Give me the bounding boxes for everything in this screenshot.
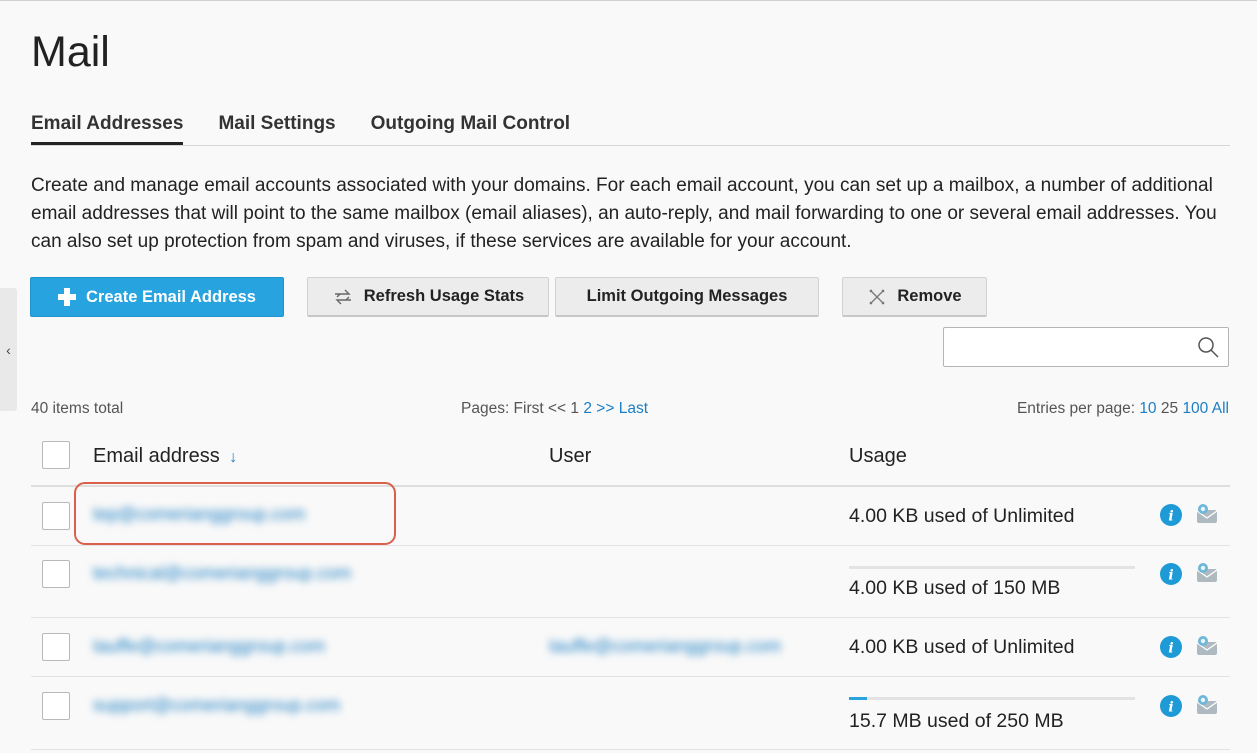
table-row: tep@comerianggroup.com 4.00 KB used of U… [31, 487, 1230, 546]
row-checkbox[interactable] [42, 633, 70, 661]
refresh-usage-stats-button[interactable]: Refresh Usage Stats [307, 277, 549, 317]
table-row: tauffe@comerianggroup.com tauffe@comeria… [31, 618, 1230, 677]
svg-text:i: i [1168, 700, 1173, 716]
top-border [0, 0, 1257, 1]
tab-outgoing-mail-control[interactable]: Outgoing Mail Control [371, 113, 570, 145]
table-header: Email address ↓ User Usage [31, 437, 1230, 487]
entries-10-link[interactable]: 10 [1139, 400, 1156, 417]
entries-per-page-label: Entries per page: [1016, 400, 1135, 417]
column-email-address[interactable]: Email address ↓ [93, 445, 237, 468]
row-checkbox[interactable] [42, 502, 70, 530]
create-email-address-button[interactable]: Create Email Address [30, 277, 284, 317]
pagination-current-page: 1 [570, 400, 580, 417]
svg-text:i: i [1168, 641, 1173, 657]
create-email-address-label: Create Email Address [86, 287, 256, 306]
email-address-link[interactable]: tauffe@comerianggroup.com [93, 636, 325, 657]
usage-text: 4.00 KB used of Unlimited [849, 505, 1075, 527]
refresh-usage-stats-label: Refresh Usage Stats [363, 287, 525, 305]
column-email-address-label: Email address [93, 445, 220, 467]
entries-all-link[interactable]: All [1212, 400, 1229, 417]
pagination-prefix: Pages: First << [461, 400, 567, 417]
info-icon[interactable]: i [1160, 636, 1182, 658]
pagination: Pages: First << 1 2 >> Last [461, 400, 648, 418]
remove-button[interactable]: Remove [842, 277, 987, 317]
info-icon[interactable]: i [1160, 504, 1182, 526]
entries-25-current: 25 [1160, 400, 1179, 417]
column-usage[interactable]: Usage [849, 445, 907, 468]
limit-outgoing-messages-button[interactable]: Limit Outgoing Messages [555, 277, 819, 317]
usage-text: 15.7 MB used of 250 MB [849, 710, 1064, 732]
page-title: Mail [31, 28, 110, 76]
info-icon[interactable]: i [1160, 563, 1182, 585]
pagination-page-2[interactable]: 2 [583, 400, 592, 417]
mailbox-icon[interactable] [1194, 502, 1220, 526]
mailbox-icon[interactable] [1194, 561, 1220, 585]
svg-text:i: i [1168, 509, 1173, 525]
entries-100-link[interactable]: 100 [1182, 400, 1208, 417]
search-box [943, 327, 1229, 367]
email-address-link[interactable]: technical@comerianggroup.com [93, 563, 351, 584]
entries-per-page: Entries per page: 10 25 100 All [1017, 400, 1229, 418]
row-checkbox[interactable] [42, 692, 70, 720]
tab-mail-settings[interactable]: Mail Settings [218, 113, 335, 145]
table-row: technical@comerianggroup.com 4.00 KB use… [31, 546, 1230, 618]
page-description: Create and manage email accounts associa… [31, 175, 1217, 252]
row-checkbox[interactable] [42, 560, 70, 588]
usage-text: 4.00 KB used of 150 MB [849, 577, 1061, 599]
usage-bar-fill [849, 697, 868, 700]
refresh-icon [332, 287, 354, 307]
column-user[interactable]: User [549, 445, 591, 468]
remove-label: Remove [897, 287, 962, 305]
info-icon[interactable]: i [1160, 695, 1182, 717]
mailbox-icon[interactable] [1194, 693, 1220, 717]
tab-bar: Email Addresses Mail Settings Outgoing M… [31, 113, 605, 145]
tab-email-addresses[interactable]: Email Addresses [31, 113, 184, 145]
sidebar-collapse-handle[interactable]: ‹ [0, 288, 17, 411]
limit-outgoing-messages-label: Limit Outgoing Messages [586, 287, 788, 305]
tabs-divider [31, 145, 1230, 146]
usage-text: 4.00 KB used of Unlimited [849, 636, 1075, 658]
table-row: support@comerianggroup.com 15.7 MB used … [31, 677, 1230, 750]
remove-icon [867, 287, 887, 307]
mailbox-icon[interactable] [1194, 634, 1220, 658]
sort-descending-icon: ↓ [229, 449, 238, 466]
search-icon[interactable] [1196, 335, 1220, 364]
usage-bar [849, 566, 1135, 569]
search-input[interactable] [950, 328, 1194, 366]
plus-icon [58, 288, 77, 306]
user-link[interactable]: tauffe@comerianggroup.com [549, 636, 781, 657]
email-address-link[interactable]: tep@comerianggroup.com [93, 504, 305, 525]
select-all-checkbox[interactable] [42, 441, 70, 469]
chevron-left-icon: ‹ [6, 341, 11, 358]
usage-bar [849, 697, 1135, 700]
pagination-last[interactable]: >> Last [596, 400, 648, 417]
svg-text:i: i [1168, 568, 1173, 584]
email-address-link[interactable]: support@comerianggroup.com [93, 695, 340, 716]
items-total: 40 items total [31, 400, 124, 417]
